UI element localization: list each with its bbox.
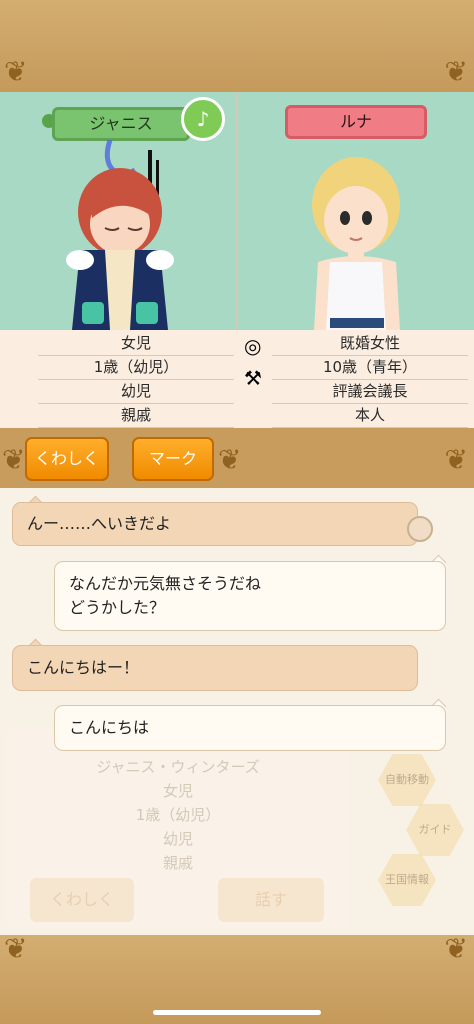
- right-info-relation: 本人: [272, 404, 468, 428]
- left-info-job: 幼児: [38, 380, 234, 404]
- menu-kingdom-info: 王国情報: [378, 854, 436, 906]
- left-info-relation: 親戚: [38, 404, 234, 428]
- left-character-avatar[interactable]: [50, 140, 190, 330]
- ghost-details-button: くわしく: [30, 878, 134, 922]
- chat-line: なんだか元気無さそうだね: [69, 574, 262, 593]
- right-info-job: 評議会議長: [272, 380, 468, 404]
- mark-button[interactable]: マーク: [132, 437, 214, 481]
- music-note-icon[interactable]: ♪: [181, 97, 225, 141]
- bar-right-ornament-icon: ❦: [444, 443, 468, 476]
- ring-icon: ◎: [244, 334, 262, 358]
- chat-bubble-right-2: こんにちは: [54, 705, 446, 751]
- details-button[interactable]: くわしく: [25, 437, 109, 481]
- bar-center-ornament-icon: ❦: [218, 443, 242, 476]
- menu-guide: ガイド: [406, 804, 464, 856]
- ghost-talk-button: 話す: [218, 878, 324, 922]
- bar-left-ornament-icon: ❦: [2, 443, 26, 476]
- chat-bubble-left-2: こんにちはー！: [12, 645, 418, 691]
- bottom-left-ornament-icon: ❦: [4, 932, 28, 965]
- pin-icon[interactable]: [407, 516, 433, 542]
- left-character-name[interactable]: ジャニス: [52, 107, 190, 141]
- right-info-age: 10歳（青年）: [272, 356, 468, 380]
- background-character-card: ジャニス・ウィンターズ 女児 1歳（幼児） 幼児 親戚 くわしく 話す: [6, 728, 350, 928]
- character-info-table: 女児 1歳（幼児） 幼児 親戚 ◎ ⚒ 既婚女性 10歳（青年） 評議会議長 本…: [0, 330, 474, 428]
- top-frame: ❦ ❦: [0, 0, 474, 92]
- home-indicator[interactable]: [153, 1010, 321, 1015]
- right-character-name[interactable]: ルナ: [285, 105, 427, 139]
- ghost-info-job: 幼児: [162, 830, 193, 848]
- chat-line: どうかした？: [69, 598, 166, 617]
- ghost-info-gender: 女児: [162, 782, 193, 800]
- left-info-age: 1歳（幼児）: [38, 356, 234, 380]
- axe-icon: ⚒: [244, 366, 262, 390]
- ghost-info-age: 1歳（幼児）: [135, 806, 221, 824]
- top-right-ornament-icon: ❦: [444, 55, 468, 88]
- chat-bubble-right-1: なんだか元気無さそうだね どうかした？: [54, 561, 446, 631]
- menu-auto-move: 自動移動: [378, 754, 436, 806]
- bottom-right-ornament-icon: ❦: [444, 932, 468, 965]
- left-info-gender: 女児: [38, 332, 234, 356]
- right-info-gender: 既婚女性: [272, 332, 468, 356]
- right-character-avatar[interactable]: [300, 150, 420, 330]
- chat-bubble-left-1: んー……へいきだよ: [12, 502, 418, 546]
- ghost-info-relation: 親戚: [162, 854, 193, 872]
- ghost-full-name: ジャニス・ウィンターズ: [96, 758, 260, 776]
- top-left-ornament-icon: ❦: [4, 55, 28, 88]
